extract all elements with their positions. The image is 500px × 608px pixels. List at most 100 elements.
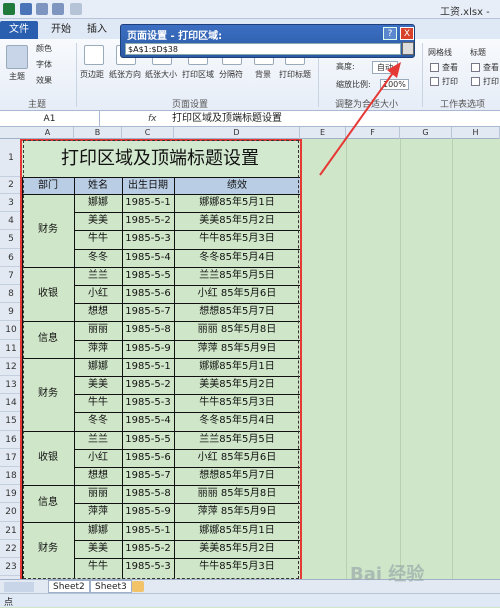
name-cell[interactable]: 娜娜 <box>74 194 122 212</box>
row-header[interactable]: 14 <box>0 394 22 413</box>
size-button[interactable]: 纸张大小 <box>145 69 177 80</box>
help-button[interactable]: ? <box>383 27 397 40</box>
performance-cell[interactable]: 娜娜85年5月1日 <box>174 522 300 540</box>
column-header[interactable]: A <box>22 127 74 139</box>
department-cell[interactable]: 收银 <box>22 267 74 322</box>
department-cell[interactable]: 收银 <box>22 431 74 486</box>
date-cell[interactable]: 1985-5-8 <box>122 485 174 503</box>
undo-icon[interactable] <box>36 3 48 15</box>
date-cell[interactable]: 1985-5-2 <box>122 212 174 230</box>
column-header[interactable]: B <box>74 127 122 139</box>
column-title-cell[interactable]: 姓名 <box>74 177 122 194</box>
date-cell[interactable]: 1985-5-6 <box>122 285 174 303</box>
row-header[interactable]: 12 <box>0 358 22 376</box>
date-cell[interactable]: 1985-5-1 <box>122 522 174 540</box>
column-title-cell[interactable]: 出生日期 <box>122 177 174 194</box>
performance-cell[interactable]: 美美85年5月2日 <box>174 376 300 394</box>
name-cell[interactable]: 萍萍 <box>74 340 122 358</box>
row-header[interactable]: 17 <box>0 449 22 467</box>
name-cell[interactable]: 小红 <box>74 449 122 467</box>
performance-cell[interactable]: 萍萍 85年5月9日 <box>174 340 300 358</box>
formula-input[interactable]: 打印区域及顶端标题设置 <box>172 111 282 127</box>
name-cell[interactable]: 想想 <box>74 303 122 321</box>
date-cell[interactable]: 1985-5-6 <box>122 449 174 467</box>
effects-button[interactable]: 效果 <box>36 75 52 86</box>
column-title-cell[interactable]: 绩效 <box>174 177 300 194</box>
date-cell[interactable]: 1985-5-3 <box>122 558 174 576</box>
expand-dialog-icon[interactable] <box>402 42 414 55</box>
row-header[interactable]: 16 <box>0 431 22 449</box>
function-icon[interactable]: fx <box>148 111 157 127</box>
date-cell[interactable]: 1985-5-1 <box>122 358 174 376</box>
date-cell[interactable]: 1985-5-1 <box>122 194 174 212</box>
name-cell[interactable]: 冬冬 <box>74 412 122 430</box>
themes-button[interactable]: 主题 <box>2 71 32 82</box>
performance-cell[interactable]: 娜娜85年5月1日 <box>174 358 300 376</box>
row-header[interactable]: 3 <box>0 194 22 213</box>
print-area-input[interactable]: $A$1:$D$38 <box>125 43 401 55</box>
tab-home[interactable]: 开始 <box>44 21 78 39</box>
date-cell[interactable]: 1985-5-9 <box>122 503 174 521</box>
date-cell[interactable]: 1985-5-3 <box>122 394 174 412</box>
margins-button[interactable]: 页边距 <box>80 69 104 80</box>
fonts-button[interactable]: 字体 <box>36 59 52 70</box>
name-cell[interactable]: 丽丽 <box>74 485 122 503</box>
headings-view-checkbox[interactable] <box>471 63 480 72</box>
performance-cell[interactable]: 想想85年5月7日 <box>174 467 300 485</box>
redo-icon[interactable] <box>52 3 64 15</box>
date-cell[interactable]: 1985-5-4 <box>122 412 174 430</box>
row-header[interactable]: 1 <box>0 139 22 177</box>
date-cell[interactable]: 1985-5-8 <box>122 321 174 339</box>
performance-cell[interactable]: 小红 85年5月6日 <box>174 285 300 303</box>
performance-cell[interactable]: 萍萍 85年5月9日 <box>174 503 300 521</box>
row-header[interactable]: 13 <box>0 376 22 395</box>
name-cell[interactable]: 丽丽 <box>74 321 122 339</box>
name-cell[interactable]: 兰兰 <box>74 431 122 449</box>
gridlines-print-checkbox[interactable] <box>430 77 439 86</box>
date-cell[interactable]: 1985-5-7 <box>122 303 174 321</box>
close-button[interactable]: X <box>400 27 414 40</box>
department-cell[interactable]: 信息 <box>22 485 74 521</box>
row-header[interactable]: 9 <box>0 303 22 322</box>
row-header[interactable]: 23 <box>0 558 22 577</box>
name-cell[interactable]: 娜娜 <box>74 522 122 540</box>
tab-insert[interactable]: 插入 <box>80 21 114 39</box>
date-cell[interactable]: 1985-5-7 <box>122 467 174 485</box>
name-cell[interactable]: 兰兰 <box>74 267 122 285</box>
background-button[interactable]: 背景 <box>255 69 271 80</box>
theme-icon[interactable] <box>6 45 28 69</box>
name-cell[interactable]: 小红 <box>74 285 122 303</box>
date-cell[interactable]: 1985-5-5 <box>122 431 174 449</box>
row-header[interactable]: 22 <box>0 540 22 558</box>
sheet-tab-sheet3[interactable]: Sheet3 <box>90 580 132 593</box>
name-cell[interactable]: 牛牛 <box>74 558 122 576</box>
save-icon[interactable] <box>20 3 32 15</box>
column-title-cell[interactable]: 部门 <box>22 177 74 194</box>
customize-toolbar-icon[interactable] <box>70 3 82 15</box>
tab-file[interactable]: 文件 <box>0 21 38 39</box>
department-cell[interactable]: 财务 <box>22 522 74 577</box>
margins-icon[interactable] <box>84 45 104 65</box>
row-header[interactable]: 20 <box>0 503 22 522</box>
row-header[interactable]: 11 <box>0 340 22 358</box>
name-cell[interactable]: 萍萍 <box>74 503 122 521</box>
insert-sheet-icon[interactable] <box>132 581 144 592</box>
row-header[interactable]: 18 <box>0 467 22 486</box>
name-cell[interactable]: 美美 <box>74 212 122 230</box>
row-header[interactable]: 8 <box>0 285 22 304</box>
performance-cell[interactable]: 美美85年5月2日 <box>174 540 300 558</box>
performance-cell[interactable]: 娜娜85年5月1日 <box>174 194 300 212</box>
performance-cell[interactable]: 丽丽 85年5月8日 <box>174 321 300 339</box>
name-cell[interactable]: 牛牛 <box>74 394 122 412</box>
name-cell[interactable]: 美美 <box>74 376 122 394</box>
print-titles-button[interactable]: 打印标题 <box>279 69 311 80</box>
row-header[interactable]: 19 <box>0 485 22 504</box>
row-header[interactable]: 21 <box>0 522 22 540</box>
row-header[interactable]: 7 <box>0 267 22 285</box>
gridlines-view-checkbox[interactable] <box>430 63 439 72</box>
date-cell[interactable]: 1985-5-5 <box>122 267 174 285</box>
row-header[interactable]: 4 <box>0 212 22 231</box>
performance-cell[interactable]: 小红 85年5月6日 <box>174 449 300 467</box>
colors-button[interactable]: 颜色 <box>36 43 52 54</box>
name-cell[interactable]: 牛牛 <box>74 230 122 248</box>
